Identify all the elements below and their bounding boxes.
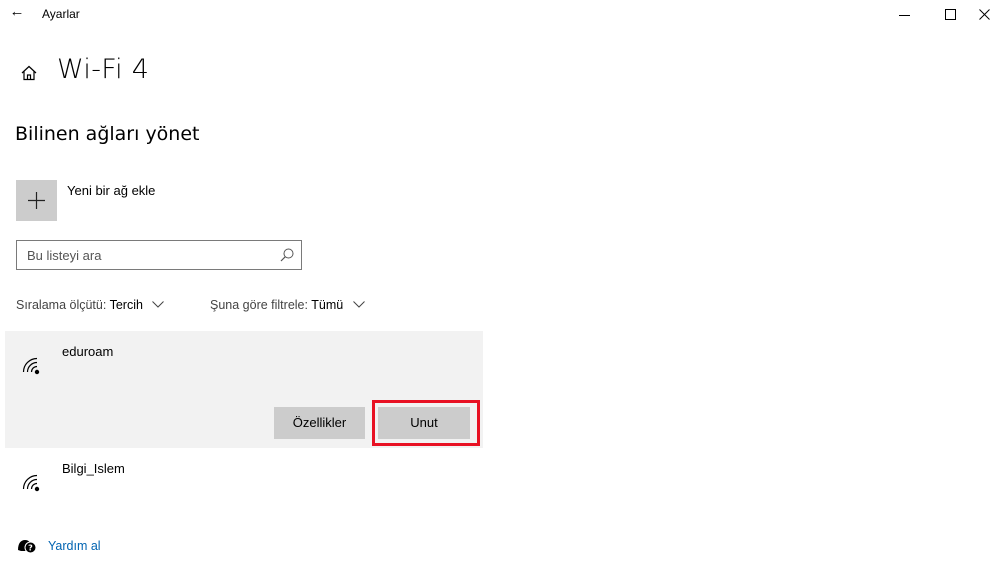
- filter-label: Şuna göre filtrele:: [210, 298, 308, 312]
- title-bar: ← Ayarlar: [0, 0, 1008, 30]
- forget-button[interactable]: Unut: [378, 407, 470, 439]
- add-network-label[interactable]: Yeni bir ağ ekle: [67, 183, 155, 198]
- close-icon: [979, 9, 990, 20]
- network-name: eduroam: [62, 344, 114, 359]
- help-link[interactable]: Yardım al: [48, 539, 101, 553]
- minimize-button[interactable]: [882, 0, 928, 30]
- search-input[interactable]: [27, 247, 267, 264]
- maximize-icon: [945, 9, 956, 20]
- help-icon: ?: [18, 540, 37, 554]
- network-item[interactable]: [5, 452, 483, 502]
- chevron-down-icon: [152, 301, 165, 308]
- chevron-down-icon: [352, 301, 365, 308]
- properties-button[interactable]: Özellikler: [274, 407, 365, 439]
- network-name: Bilgi_Islem: [62, 461, 125, 476]
- page-title: Wi-Fi 4: [57, 54, 150, 85]
- search-box[interactable]: [16, 240, 302, 270]
- back-arrow-icon[interactable]: ←: [9, 4, 25, 20]
- sort-label: Sıralama ölçütü:: [16, 298, 107, 312]
- home-icon[interactable]: [20, 64, 38, 82]
- filter-dropdown[interactable]: Şuna göre filtrele: Tümü: [210, 298, 365, 312]
- wifi-icon: [22, 474, 40, 492]
- search-icon[interactable]: [280, 248, 294, 262]
- sort-value: Tercih: [109, 298, 143, 312]
- close-button[interactable]: [962, 0, 1008, 30]
- filter-value: Tümü: [311, 298, 344, 312]
- wifi-icon: [22, 357, 40, 375]
- add-network-button[interactable]: [16, 180, 57, 221]
- minimize-icon: [899, 15, 910, 16]
- app-title: Ayarlar: [42, 7, 80, 21]
- plus-icon: [28, 192, 45, 209]
- sort-dropdown[interactable]: Sıralama ölçütü: Tercih: [16, 298, 165, 312]
- section-title: Bilinen ağları yönet: [15, 123, 200, 145]
- svg-text:?: ?: [28, 544, 33, 553]
